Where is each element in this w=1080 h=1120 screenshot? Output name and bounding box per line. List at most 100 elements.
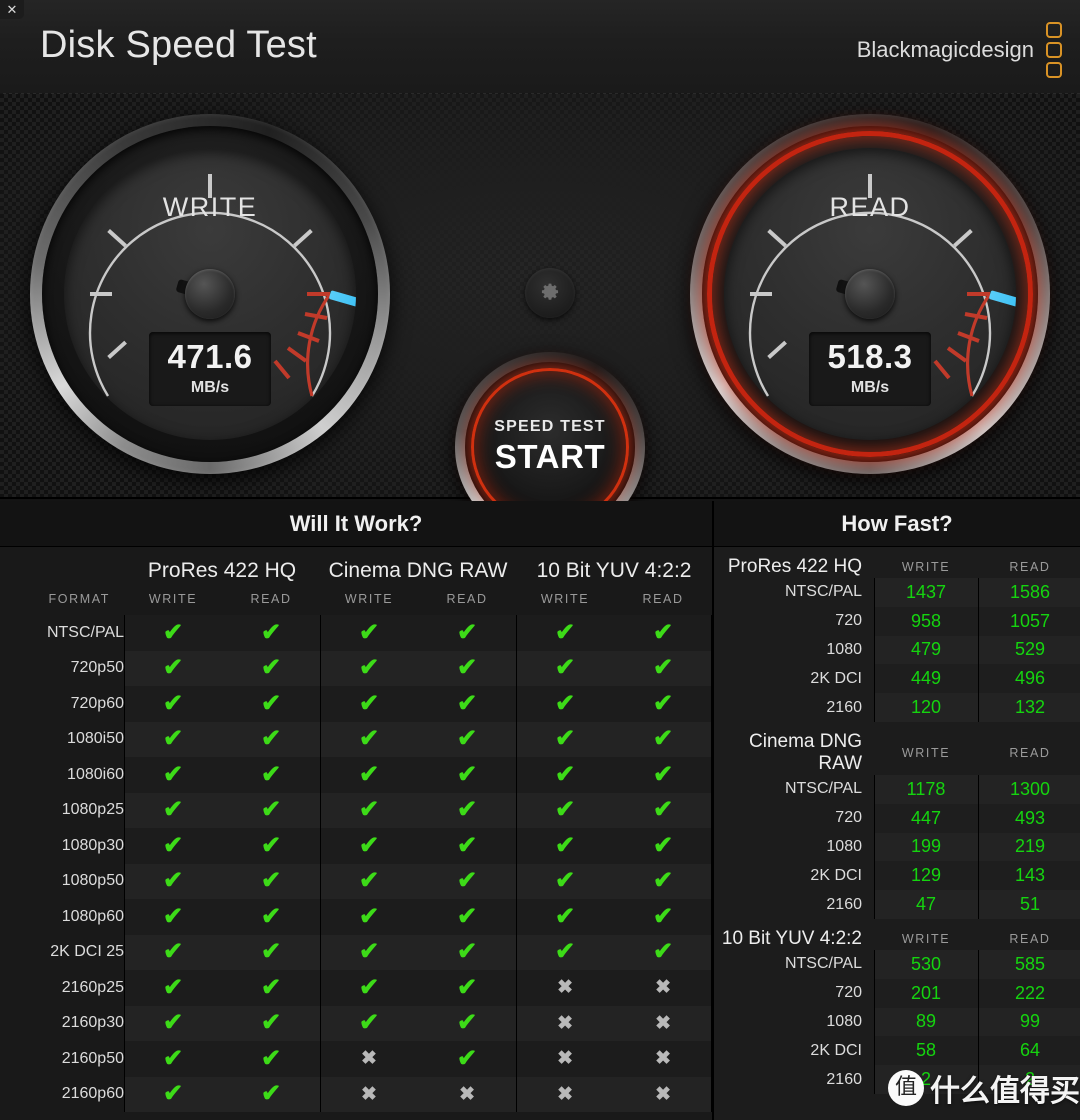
check-icon: ✔ [457, 798, 477, 822]
check-icon: ✔ [457, 727, 477, 751]
support-yes-cell: ✔ [124, 1041, 222, 1077]
column-header-read: READ [978, 919, 1080, 950]
check-icon: ✔ [653, 798, 673, 822]
check-icon: ✔ [261, 1047, 281, 1071]
table-row: NTSC/PAL530585 [714, 950, 1080, 979]
read-fps-value: 493 [978, 804, 1080, 833]
resolution-label: 2160 [714, 1065, 874, 1094]
read-fps-value: 2 [978, 1065, 1080, 1094]
brand-logo: Blackmagicdesign [857, 22, 1062, 78]
check-icon: ✔ [359, 940, 379, 964]
write-readout: 471.6 MB/s [149, 332, 271, 406]
support-yes-cell: ✔ [124, 1077, 222, 1113]
check-icon: ✔ [359, 692, 379, 716]
format-label: 2160p25 [0, 970, 124, 1006]
cross-icon: ✖ [655, 1049, 671, 1068]
support-yes-cell: ✔ [124, 757, 222, 793]
how-fast-title: How Fast? [714, 501, 1080, 547]
table-row: 21604751 [714, 890, 1080, 919]
support-yes-cell: ✔ [614, 686, 712, 722]
support-yes-cell: ✔ [418, 651, 516, 687]
support-yes-cell: ✔ [614, 828, 712, 864]
column-header-prores-write: WRITE [124, 583, 222, 615]
support-yes-cell: ✔ [614, 935, 712, 971]
cross-icon: ✖ [557, 978, 573, 997]
support-yes-cell: ✔ [222, 1006, 320, 1042]
resolution-label: 2160 [714, 890, 874, 919]
table-row: 2160p25✔✔✔✔✖✖ [0, 970, 712, 1006]
format-label: 720p50 [0, 651, 124, 687]
format-label: 2K DCI 25 [0, 935, 124, 971]
write-unit: MB/s [149, 379, 271, 397]
how-fast-group-header: ProRes 422 HQWRITEREAD [714, 547, 1080, 578]
format-label: 2160p50 [0, 1041, 124, 1077]
read-fps-value: 64 [978, 1036, 1080, 1065]
support-yes-cell: ✔ [124, 615, 222, 651]
resolution-label: 2160 [714, 693, 874, 722]
support-no-cell: ✖ [320, 1077, 418, 1113]
column-header-read: READ [978, 547, 1080, 578]
support-yes-cell: ✔ [320, 970, 418, 1006]
resolution-label: 720 [714, 607, 874, 636]
check-icon: ✔ [261, 656, 281, 680]
write-needle-hub [185, 269, 235, 319]
check-icon: ✔ [457, 692, 477, 716]
table-row: 2160p60✔✔✖✖✖✖ [0, 1077, 712, 1113]
support-no-cell: ✖ [320, 1041, 418, 1077]
format-label: 2160p30 [0, 1006, 124, 1042]
write-fps-value: 47 [874, 890, 978, 919]
support-yes-cell: ✔ [614, 615, 712, 651]
support-no-cell: ✖ [614, 1006, 712, 1042]
check-icon: ✔ [653, 834, 673, 858]
check-icon: ✔ [261, 905, 281, 929]
resolution-label: 2K DCI [714, 1036, 874, 1065]
table-row: 2160p50✔✔✖✔✖✖ [0, 1041, 712, 1077]
support-yes-cell: ✔ [124, 722, 222, 758]
table-row: 2K DCI129143 [714, 861, 1080, 890]
resolution-label: NTSC/PAL [714, 775, 874, 804]
column-header-read: READ [978, 722, 1080, 775]
support-yes-cell: ✔ [418, 899, 516, 935]
check-icon: ✔ [261, 1011, 281, 1035]
close-icon[interactable]: ✕ [0, 0, 24, 19]
support-no-cell: ✖ [516, 970, 614, 1006]
write-fps-value: 201 [874, 979, 978, 1008]
check-icon: ✔ [163, 976, 183, 1000]
support-no-cell: ✖ [614, 1077, 712, 1113]
check-icon: ✔ [163, 763, 183, 787]
support-yes-cell: ✔ [418, 793, 516, 829]
table-row: 2K DCI5864 [714, 1036, 1080, 1065]
check-icon: ✔ [163, 1011, 183, 1035]
check-icon: ✔ [653, 621, 673, 645]
support-yes-cell: ✔ [418, 722, 516, 758]
support-yes-cell: ✔ [418, 1041, 516, 1077]
check-icon: ✔ [359, 656, 379, 680]
check-icon: ✔ [261, 1082, 281, 1106]
table-row: 1080i50✔✔✔✔✔✔ [0, 722, 712, 758]
read-fps-value: 1057 [978, 607, 1080, 636]
support-yes-cell: ✔ [124, 899, 222, 935]
support-yes-cell: ✔ [320, 864, 418, 900]
support-yes-cell: ✔ [418, 828, 516, 864]
write-gauge: WRITE 471.6 MB/s [30, 114, 390, 474]
cross-icon: ✖ [361, 1049, 377, 1068]
check-icon: ✔ [163, 905, 183, 929]
table-row: 1080p30✔✔✔✔✔✔ [0, 828, 712, 864]
resolution-label: 2K DCI [714, 861, 874, 890]
support-yes-cell: ✔ [222, 757, 320, 793]
support-yes-cell: ✔ [222, 935, 320, 971]
gear-icon[interactable] [525, 268, 575, 318]
resolution-label: NTSC/PAL [714, 578, 874, 607]
support-yes-cell: ✔ [222, 899, 320, 935]
support-no-cell: ✖ [418, 1077, 516, 1113]
format-label: 1080i50 [0, 722, 124, 758]
check-icon: ✔ [261, 727, 281, 751]
check-icon: ✔ [457, 656, 477, 680]
disk-speed-test-window: ✕ Disk Speed Test Blackmagicdesign [0, 0, 1080, 1120]
group-header-row: ProRes 422 HQ Cinema DNG RAW 10 Bit YUV … [0, 547, 712, 583]
column-header-write: WRITE [874, 547, 978, 578]
support-yes-cell: ✔ [320, 615, 418, 651]
will-it-work-body: NTSC/PAL✔✔✔✔✔✔720p50✔✔✔✔✔✔720p60✔✔✔✔✔✔10… [0, 615, 712, 1112]
check-icon: ✔ [359, 869, 379, 893]
check-icon: ✔ [359, 621, 379, 645]
